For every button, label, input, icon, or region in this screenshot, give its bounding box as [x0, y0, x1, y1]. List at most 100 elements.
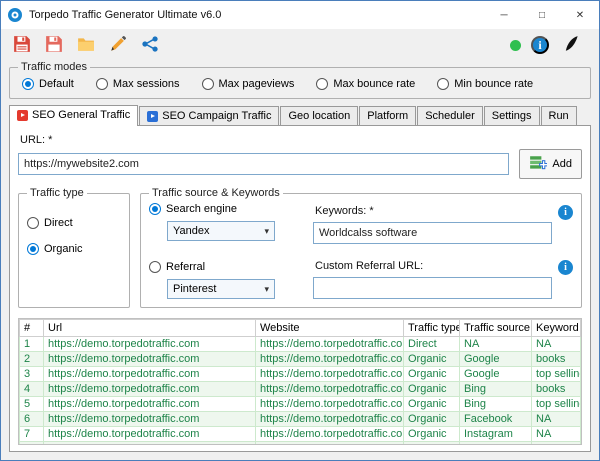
tab-geo-location[interactable]: Geo location	[280, 106, 359, 125]
custom-referral-label: Custom Referral URL:	[315, 260, 424, 272]
toolbar: i	[1, 29, 599, 61]
cell-traffic-source: Bing	[459, 381, 532, 397]
add-button[interactable]: Add	[519, 149, 582, 179]
traffic-mode-max-pageviews[interactable]: Max pageviews	[201, 78, 295, 90]
table-row[interactable]: 7 https://demo.torpedotraffic.com https:…	[19, 426, 581, 442]
traffic-type-organic[interactable]: Organic	[27, 243, 121, 255]
cell-keyword: books	[531, 381, 581, 397]
url-label: URL: *	[20, 134, 53, 146]
table-row[interactable]: 5 https://demo.torpedotraffic.com https:…	[19, 396, 581, 412]
tab-seo-campaign-traffic[interactable]: SEO Campaign Traffic	[139, 106, 280, 125]
traffic-mode-default[interactable]: Default	[22, 78, 74, 90]
table-row[interactable]: 8 https://demo.torpedotraffic.com https:…	[19, 441, 581, 444]
seo-general-traffic-panel: URL: * Add Traffic type Direct Organic	[9, 125, 591, 452]
traffic-mode-label: Default	[39, 78, 74, 90]
traffic-mode-max-sessions[interactable]: Max sessions	[95, 78, 180, 90]
traffic-source-keywords-group: Traffic source & Keywords Search engine …	[140, 187, 582, 308]
custom-referral-info-icon[interactable]: i	[558, 260, 573, 275]
cell-number: 6	[19, 411, 44, 427]
table-row[interactable]: 2 https://demo.torpedotraffic.com https:…	[19, 351, 581, 367]
referral-select[interactable]: Pinterest ▾	[167, 279, 275, 299]
radio-icon	[27, 243, 39, 255]
keywords-info-icon[interactable]: i	[558, 205, 573, 220]
info-icon: i	[538, 37, 542, 52]
radio-icon	[149, 261, 161, 273]
table-row[interactable]: 3 https://demo.torpedotraffic.com https:…	[19, 366, 581, 382]
cell-keyword: top selling books	[531, 366, 581, 382]
column-header-traffic-source[interactable]: Traffic source	[459, 319, 532, 337]
cell-number: 5	[19, 396, 44, 412]
cell-number: 3	[19, 366, 44, 382]
traffic-modes-options: Default Max sessions Max pageviews Max b…	[18, 77, 582, 92]
save-all-button[interactable]	[41, 33, 67, 57]
cell-keyword: NA	[531, 441, 581, 444]
url-input[interactable]	[18, 153, 510, 175]
cell-keyword: books	[531, 351, 581, 367]
add-button-label: Add	[552, 158, 572, 170]
traffic-mode-label: Max pageviews	[218, 78, 295, 90]
info-button[interactable]: i	[531, 36, 549, 54]
cell-traffic-type: Organic	[403, 351, 460, 367]
cell-traffic-type: Organic	[403, 366, 460, 382]
traffic-type-label: Direct	[44, 217, 73, 229]
window-controls: ─ □ ✕	[485, 1, 599, 29]
tab-label: Run	[548, 110, 569, 122]
radio-icon	[95, 78, 108, 90]
edit-button[interactable]	[105, 33, 131, 57]
radio-icon	[149, 203, 161, 215]
custom-referral-row: Custom Referral URL: i	[313, 258, 573, 299]
traffic-type-legend: Traffic type	[30, 187, 84, 199]
traffic-source-legend: Traffic source & Keywords	[152, 187, 280, 199]
app-icon	[7, 7, 23, 23]
table-row[interactable]: 1 https://demo.torpedotraffic.com https:…	[19, 336, 581, 352]
maximize-button[interactable]: □	[523, 1, 561, 29]
cell-keyword: top selling books	[531, 396, 581, 412]
minimize-button[interactable]: ─	[485, 1, 523, 29]
radio-icon	[201, 78, 214, 90]
radio-icon	[316, 78, 329, 90]
keywords-column: Keywords: * i Custom Referral URL: i	[313, 203, 573, 299]
tab-settings[interactable]: Settings	[483, 106, 540, 125]
tab-scheduler[interactable]: Scheduler	[417, 106, 483, 125]
pen-button[interactable]	[559, 33, 585, 57]
table-row[interactable]: 6 https://demo.torpedotraffic.com https:…	[19, 411, 581, 427]
open-button[interactable]	[73, 33, 99, 57]
traffic-mode-label: Min bounce rate	[454, 78, 534, 90]
tab-label: SEO General Traffic	[32, 109, 131, 121]
url-row: Add	[18, 149, 582, 179]
traffic-mode-min-bounce-rate[interactable]: Min bounce rate	[437, 78, 533, 90]
share-button[interactable]	[137, 33, 163, 57]
keywords-input[interactable]	[313, 222, 552, 244]
traffic-type-direct[interactable]: Direct	[27, 217, 121, 229]
close-button[interactable]: ✕	[561, 1, 599, 29]
search-engine-radio[interactable]: Search engine	[149, 203, 299, 215]
column-header-website[interactable]: Website	[255, 319, 404, 337]
open-folder-icon	[77, 35, 95, 56]
cell-url: https://demo.torpedotraffic.com	[43, 441, 256, 444]
share-nodes-icon	[141, 35, 159, 56]
chevron-down-icon: ▾	[264, 225, 269, 236]
tab-platform[interactable]: Platform	[359, 106, 417, 125]
cell-website: https://demo.torpedotraffic.com	[255, 366, 404, 382]
cell-keyword: NA	[531, 336, 581, 352]
column-header-keyword[interactable]: Keyword	[531, 319, 581, 337]
traffic-mode-max-bounce-rate[interactable]: Max bounce rate	[316, 78, 415, 90]
title-bar: Torpedo Traffic Generator Ultimate v6.0 …	[1, 1, 599, 29]
app-window: Torpedo Traffic Generator Ultimate v6.0 …	[0, 0, 600, 461]
add-table-icon	[529, 154, 549, 175]
column-header-url[interactable]: Url	[43, 319, 256, 337]
traffic-type-label: Organic	[44, 243, 83, 255]
cell-url: https://demo.torpedotraffic.com	[43, 381, 256, 397]
column-header-number[interactable]: #	[19, 319, 44, 337]
tab-seo-general-traffic[interactable]: SEO General Traffic	[9, 105, 139, 126]
referral-radio[interactable]: Referral	[149, 261, 299, 273]
column-header-traffic-type[interactable]: Traffic type	[403, 319, 460, 337]
radio-icon	[437, 78, 450, 90]
table-row[interactable]: 4 https://demo.torpedotraffic.com https:…	[19, 381, 581, 397]
tab-run[interactable]: Run	[540, 106, 577, 125]
cell-traffic-source: Facebook	[459, 411, 532, 427]
search-engine-select[interactable]: Yandex ▾	[167, 221, 275, 241]
save-button[interactable]	[9, 33, 35, 57]
cell-traffic-type: Organic	[403, 426, 460, 442]
custom-referral-input[interactable]	[313, 277, 552, 299]
